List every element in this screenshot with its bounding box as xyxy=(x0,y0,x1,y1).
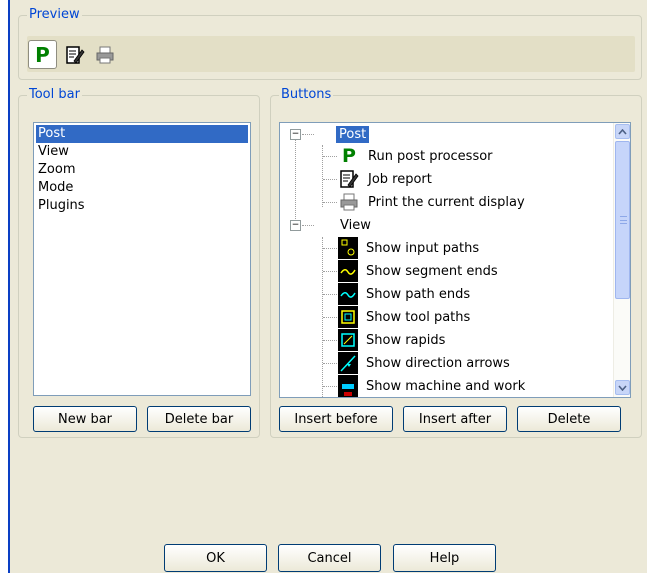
tree-item-machine-work[interactable]: Show machine and work xyxy=(338,375,527,397)
preview-group: Preview P xyxy=(18,8,642,80)
path-ends-icon xyxy=(338,283,358,305)
toolbar-group: Tool bar Post View Zoom Mode Plugins New… xyxy=(18,88,260,438)
buttons-group: Buttons − Post P Run post processor Job … xyxy=(270,88,642,438)
tree-group-label: Post xyxy=(336,125,370,143)
tree-item-label: Show direction arrows xyxy=(366,355,510,371)
post-processor-icon: P xyxy=(342,145,356,167)
preview-post-button[interactable]: P xyxy=(28,40,57,69)
job-report-icon xyxy=(65,45,85,64)
tree-group-view[interactable]: View xyxy=(338,214,373,236)
tree-item-direction-arrows[interactable]: Show direction arrows xyxy=(338,352,512,374)
toolbar-item-post[interactable]: Post xyxy=(36,125,248,143)
tree-item-job-report[interactable]: Job report xyxy=(338,168,434,190)
tree-item-label: Run post processor xyxy=(368,148,493,164)
chevron-up-icon xyxy=(618,128,627,135)
toolbar-legend: Tool bar xyxy=(29,87,80,102)
tree-guide xyxy=(323,248,337,249)
tree-item-label: Job report xyxy=(368,171,432,187)
tree-scrollbar[interactable] xyxy=(613,123,630,397)
preview-legend: Preview xyxy=(29,7,80,22)
buttons-tree[interactable]: − Post P Run post processor Job report P… xyxy=(279,122,631,398)
delete-button[interactable]: Delete xyxy=(517,406,621,432)
print-icon xyxy=(338,191,360,213)
tree-item-print[interactable]: Print the current display xyxy=(338,191,527,213)
direction-arrows-icon xyxy=(338,352,358,374)
rapids-icon xyxy=(338,329,358,351)
post-processor-icon: P xyxy=(35,42,50,67)
toolbar-listbox[interactable]: Post View Zoom Mode Plugins xyxy=(33,122,251,396)
tree-item-label: Show tool paths xyxy=(366,309,471,325)
tree-guide xyxy=(323,271,337,272)
post-collapse-toggle[interactable]: − xyxy=(290,129,301,140)
tree-item-input-paths[interactable]: Show input paths xyxy=(338,237,481,259)
scroll-thumb[interactable] xyxy=(615,141,630,299)
tree-guide xyxy=(295,137,296,227)
buttons-legend: Buttons xyxy=(281,87,332,102)
toolbar-item-zoom[interactable]: Zoom xyxy=(36,161,248,179)
job-report-icon xyxy=(338,168,360,190)
toolbar-item-mode[interactable]: Mode xyxy=(36,179,248,197)
toolbar-item-view[interactable]: View xyxy=(36,143,248,161)
preview-toolbar: P xyxy=(27,36,635,72)
print-icon xyxy=(96,46,113,63)
tree-item-segment-ends[interactable]: Show segment ends xyxy=(338,260,500,282)
preview-print-button[interactable] xyxy=(90,40,119,69)
options-dialog: Preview P Tool bar Post View Zoom Mode P… xyxy=(10,0,647,573)
view-collapse-toggle[interactable]: − xyxy=(290,220,301,231)
tree-guide xyxy=(323,317,337,318)
chevron-down-icon xyxy=(618,384,627,391)
tree-item-label: Show segment ends xyxy=(366,263,498,279)
delete-bar-button[interactable]: Delete bar xyxy=(147,406,251,432)
segment-ends-icon xyxy=(338,260,358,282)
scroll-grip xyxy=(620,216,627,224)
cancel-button[interactable]: Cancel xyxy=(278,544,381,572)
scroll-down-button[interactable] xyxy=(615,380,630,395)
tree-guide xyxy=(302,225,314,226)
tree-guide xyxy=(323,202,337,203)
tree-group-post[interactable]: Post xyxy=(336,123,370,145)
tree-guide xyxy=(323,179,337,180)
window-left-edge xyxy=(0,0,10,573)
tree-guide xyxy=(323,156,337,157)
help-button[interactable]: Help xyxy=(393,544,496,572)
tree-item-tool-paths[interactable]: Show tool paths xyxy=(338,306,472,328)
scroll-up-button[interactable] xyxy=(615,124,630,139)
tree-guide xyxy=(323,386,337,387)
tree-item-path-ends[interactable]: Show path ends xyxy=(338,283,472,305)
tree-guide xyxy=(323,294,337,295)
tree-item-label: Print the current display xyxy=(368,194,525,210)
machine-work-icon xyxy=(338,375,358,397)
preview-job-report-button[interactable] xyxy=(60,40,89,69)
tree-guide xyxy=(302,134,314,135)
tree-group-label: View xyxy=(340,217,371,233)
tree-guide xyxy=(323,363,337,364)
tree-item-label: Show machine and work xyxy=(366,378,526,394)
tree-item-label: Show path ends xyxy=(366,286,471,302)
tree-item-label: Show rapids xyxy=(366,332,446,348)
tree-item-rapids[interactable]: Show rapids xyxy=(338,329,447,351)
tree-guide xyxy=(323,340,337,341)
tool-paths-icon xyxy=(338,306,358,328)
input-paths-icon xyxy=(338,237,358,259)
insert-after-button[interactable]: Insert after xyxy=(403,406,507,432)
insert-before-button[interactable]: Insert before xyxy=(279,406,393,432)
tree-item-run-post[interactable]: P Run post processor xyxy=(338,145,495,167)
new-bar-button[interactable]: New bar xyxy=(33,406,137,432)
toolbar-item-plugins[interactable]: Plugins xyxy=(36,197,248,215)
tree-item-label: Show input paths xyxy=(366,240,480,256)
tree-guide xyxy=(322,145,323,207)
ok-button[interactable]: OK xyxy=(164,544,267,572)
